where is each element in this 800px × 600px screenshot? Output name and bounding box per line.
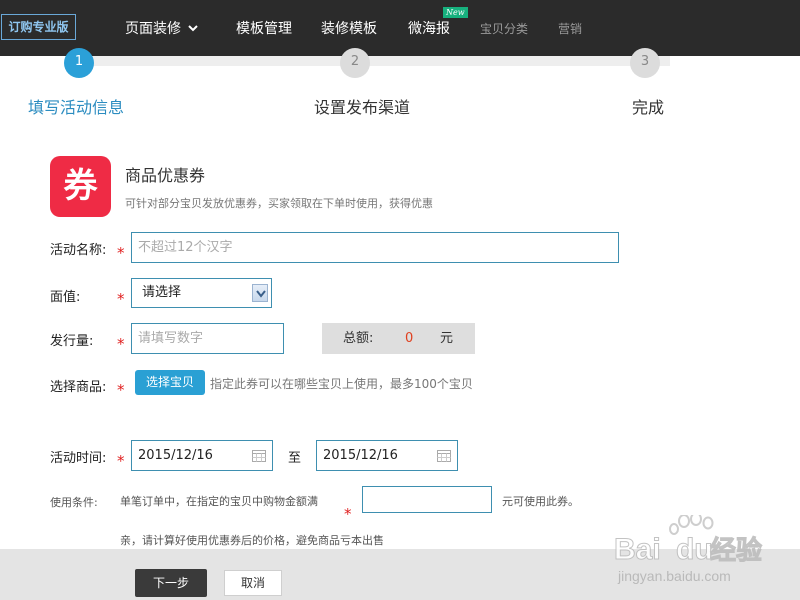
minimum-amount-input[interactable] [362,486,492,513]
start-date-value: 2015/12/16 [138,448,213,463]
step-2-circle: 2 [340,48,370,78]
end-date-value: 2015/12/16 [323,448,398,463]
total-unit: 元 [440,331,454,346]
top-nav-bar: 订购专业版 页面装修 模板管理 装修模板 微海报 New 宝贝分类 营销 [0,0,800,56]
step-3-circle: 3 [630,48,660,78]
step-2-label: 设置发布渠道 [314,98,411,117]
issue-quantity-input[interactable] [131,323,284,354]
required-mark: * [117,290,125,308]
select-items-button[interactable]: 选择宝贝 [135,370,205,395]
usage-condition-suffix: 元可使用此券。 [502,495,579,508]
coupon-description: 可针对部分宝贝发放优惠券，买家领取在下单时使用，获得优惠 [125,197,433,210]
required-mark: * [117,335,125,353]
required-mark: * [117,244,125,262]
activity-time-label: 活动时间: [50,451,107,466]
nav-item-template-management[interactable]: 模板管理 [236,18,292,38]
chevron-down-icon [188,25,198,32]
date-range-separator: 至 [288,451,302,466]
coupon-title: 商品优惠券 [125,166,206,185]
upgrade-pro-button[interactable]: 订购专业版 [1,14,76,40]
face-value-select[interactable]: 请选择 [131,278,272,308]
step-progress-track [70,56,670,66]
activity-name-label: 活动名称: [50,243,107,258]
new-badge: New [443,7,468,18]
next-step-button[interactable]: 下一步 [135,569,207,597]
dropdown-arrow-icon [252,284,268,302]
total-value: 0 [405,331,414,346]
watermark-brand: Bai [614,533,661,566]
nav-item-micro-poster[interactable]: 微海报 [408,18,450,38]
usage-condition-label: 使用条件: [50,496,98,509]
required-mark: * [117,381,125,399]
nav-item-marketing[interactable]: 营销 [558,20,582,37]
start-date-input[interactable]: 2015/12/16 [131,440,273,471]
nav-item-item-category[interactable]: 宝贝分类 [480,20,528,37]
calendar-icon [437,450,451,462]
activity-name-input[interactable] [131,232,619,263]
required-mark: * [117,452,125,470]
paw-logo-icon: Bai du 经验 jingyan.baidu.com [614,512,763,584]
end-date-input[interactable]: 2015/12/16 [316,440,458,471]
select-goods-label: 选择商品: [50,380,107,395]
step-1-circle: 1 [64,48,94,78]
required-mark: * [344,505,352,523]
calendar-icon [252,450,266,462]
face-value-label: 面值: [50,290,81,305]
total-amount-box: 总额: 0 元 [322,323,475,354]
nav-item-label: 页面装修 [125,21,181,37]
cancel-button[interactable]: 取消 [224,570,282,596]
watermark-brand-suffix: du [676,533,713,566]
baidu-jingyan-watermark: Bai du 经验 jingyan.baidu.com [612,512,792,590]
watermark-url: jingyan.baidu.com [617,568,731,584]
step-1-label: 填写活动信息 [28,98,125,117]
issue-quantity-label: 发行量: [50,334,94,349]
nav-item-page-decoration[interactable]: 页面装修 [125,18,199,38]
face-value-selected: 请选择 [142,285,182,300]
usage-condition-text: 单笔订单中，在指定的宝贝中购物金额满 [120,495,318,508]
usage-condition-note: 亲，请计算好使用优惠券后的价格，避免商品亏本出售 [120,534,384,547]
select-items-hint: 指定此券可以在哪些宝贝上使用，最多100个宝贝 [210,377,473,391]
total-label: 总额: [343,331,374,346]
coupon-icon: 券 [50,156,111,217]
watermark-jingyan: 经验 [710,535,762,566]
step-3-label: 完成 [632,98,665,117]
nav-item-decoration-templates[interactable]: 装修模板 [321,18,377,38]
